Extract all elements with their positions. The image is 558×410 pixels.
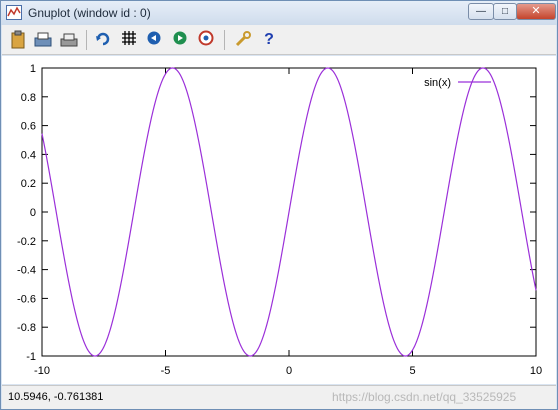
toolbar-separator <box>86 30 87 50</box>
x-tick-label: 5 <box>409 365 415 377</box>
toolbar: ? <box>2 25 556 55</box>
autoscale-icon <box>198 30 214 46</box>
y-tick-label: 0.6 <box>21 121 36 133</box>
y-tick-label: -0.4 <box>17 265 36 277</box>
print-button[interactable] <box>33 30 53 50</box>
y-tick-label: 0 <box>30 207 36 219</box>
y-tick-label: -0.2 <box>17 236 36 248</box>
grid-icon <box>122 31 136 45</box>
status-bar: 10.5946, -0.761381 https://blog.csdn.net… <box>2 385 556 409</box>
help-icon: ? <box>264 31 274 48</box>
window-title: Gnuplot (window id : 0) <box>28 6 151 20</box>
autoscale-button[interactable] <box>197 30 217 50</box>
zoom-previous-button[interactable] <box>145 30 165 50</box>
copy-clipboard-button[interactable] <box>8 30 28 50</box>
watermark: https://blog.csdn.net/qq_33525925 <box>332 390 517 404</box>
x-tick-label: 0 <box>286 365 292 377</box>
x-tick-label: -10 <box>34 365 50 377</box>
y-tick-label: 1 <box>30 63 36 75</box>
y-tick-label: -0.6 <box>17 293 36 305</box>
replot-icon <box>96 32 110 46</box>
legend-label: sin(x) <box>424 77 451 89</box>
replot-button[interactable] <box>93 30 113 50</box>
print-setup-button[interactable] <box>59 30 79 50</box>
gnuplot-window: Gnuplot (window id : 0) — □ ✕ ? -10 -5 0… <box>0 0 558 410</box>
y-tick-label: 0.4 <box>21 149 36 161</box>
grid-button[interactable] <box>119 30 139 50</box>
zoom-previous-icon <box>147 31 161 45</box>
mouse-coordinates: 10.5946, -0.761381 <box>8 391 104 403</box>
help-button[interactable]: ? <box>259 30 279 50</box>
toolbar-separator <box>224 30 225 50</box>
x-tick-label: -5 <box>161 365 171 377</box>
options-button[interactable] <box>233 30 253 50</box>
sine-chart: -10 -5 0 5 10 1 0.8 0.6 0.4 0.2 0 -0.2 -0.4 -0.6 -0.8 -… <box>17 63 542 377</box>
zoom-next-button[interactable] <box>171 30 191 50</box>
wrench-icon <box>235 31 251 47</box>
y-tick-label: 0.8 <box>21 92 36 104</box>
gnuplot-app-icon <box>6 5 22 20</box>
y-tick-label: -1 <box>26 351 36 363</box>
y-tick-label: 0.2 <box>21 178 36 190</box>
title-bar[interactable]: Gnuplot (window id : 0) — □ ✕ <box>1 1 557 25</box>
close-button[interactable]: ✕ <box>516 3 556 20</box>
maximize-button[interactable]: □ <box>493 3 517 20</box>
series-line <box>41 67 537 357</box>
minimize-button[interactable]: — <box>468 3 494 20</box>
zoom-next-icon <box>173 31 187 45</box>
x-tick-label: 10 <box>530 365 542 377</box>
printer-icon <box>34 32 52 47</box>
print-setup-icon <box>60 33 78 47</box>
clipboard-icon <box>11 30 25 49</box>
plot-area[interactable]: -10 -5 0 5 10 1 0.8 0.6 0.4 0.2 0 -0.2 -0.4 -0.6 -0.8 -… <box>2 56 556 384</box>
y-tick-label: -0.8 <box>17 322 36 334</box>
